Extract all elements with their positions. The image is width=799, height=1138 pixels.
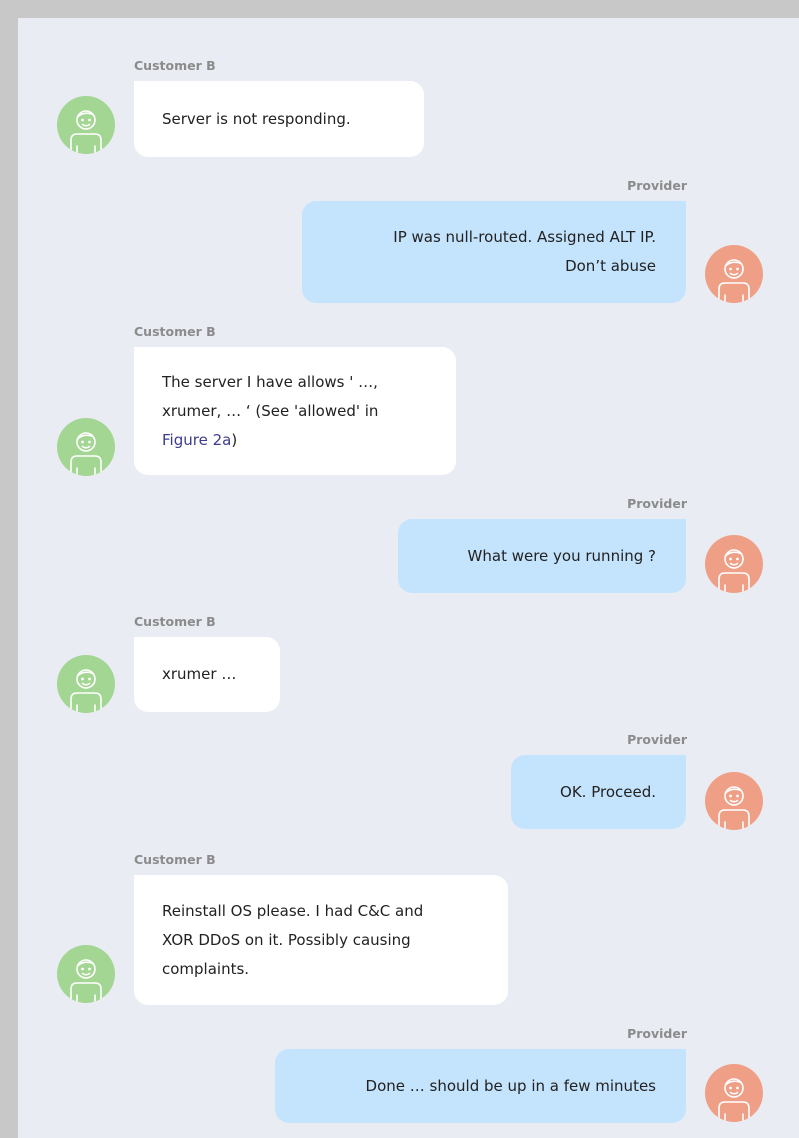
- customer-avatar: [57, 418, 115, 476]
- message-line: complaints.: [162, 959, 250, 978]
- customer-avatar: [57, 655, 115, 713]
- person-icon: [70, 959, 102, 1003]
- provider-avatar: [705, 1064, 763, 1122]
- message-bubble: OK. Proceed.: [511, 755, 686, 829]
- sender-name: Provider: [627, 1026, 687, 1041]
- message-line: XOR DDoS on it. Possibly causing: [162, 930, 411, 949]
- message-line: The server I have allows ' …,: [162, 372, 378, 391]
- sender-name: Customer B: [134, 852, 216, 867]
- sender-name: Provider: [627, 496, 687, 511]
- person-icon: [718, 1078, 750, 1122]
- message-bubble: Server is not responding.: [134, 81, 424, 157]
- message-bubble: xrumer …: [134, 637, 280, 712]
- provider-avatar: [705, 535, 763, 593]
- message-line: What were you running ?: [467, 546, 656, 565]
- message-line: xrumer …: [162, 665, 237, 683]
- person-icon: [718, 786, 750, 830]
- message-bubble: The server I have allows ' …, xrumer, … …: [134, 347, 456, 475]
- message-bubble: IP was null-routed. Assigned ALT IP. Don…: [302, 201, 686, 303]
- link-suffix: ): [231, 430, 238, 449]
- person-icon: [718, 549, 750, 593]
- provider-avatar: [705, 772, 763, 830]
- provider-avatar: [705, 245, 763, 303]
- message-line: IP was null-routed. Assigned ALT IP.: [393, 228, 656, 246]
- message-line: xrumer, … ‘ (See 'allowed' in: [162, 401, 379, 420]
- customer-avatar: [57, 945, 115, 1003]
- message-line: Don’t abuse: [565, 257, 656, 275]
- message-bubble: What were you running ?: [398, 519, 686, 593]
- chat-panel: Customer B Server is not responding. Pro…: [18, 18, 799, 1138]
- person-icon: [70, 110, 102, 154]
- person-icon: [70, 669, 102, 713]
- message-line: Done … should be up in a few minutes: [365, 1076, 656, 1095]
- sender-name: Customer B: [134, 58, 216, 73]
- message-line: OK. Proceed.: [560, 782, 656, 801]
- person-icon: [70, 432, 102, 476]
- customer-avatar: [57, 96, 115, 154]
- message-bubble: Reinstall OS please. I had C&C and XOR D…: [134, 875, 508, 1005]
- message-bubble: Done … should be up in a few minutes: [275, 1049, 686, 1123]
- person-icon: [718, 259, 750, 303]
- message-line: Reinstall OS please. I had C&C and: [162, 901, 424, 920]
- sender-name: Customer B: [134, 324, 216, 339]
- sender-name: Provider: [627, 178, 687, 193]
- figure-2a-link[interactable]: Figure 2a: [162, 431, 231, 449]
- message-line: Server is not responding.: [162, 109, 351, 128]
- message-line: Figure 2a): [162, 426, 428, 455]
- figure-frame: Customer B Server is not responding. Pro…: [0, 0, 799, 1138]
- sender-name: Customer B: [134, 614, 216, 629]
- sender-name: Provider: [627, 732, 687, 747]
